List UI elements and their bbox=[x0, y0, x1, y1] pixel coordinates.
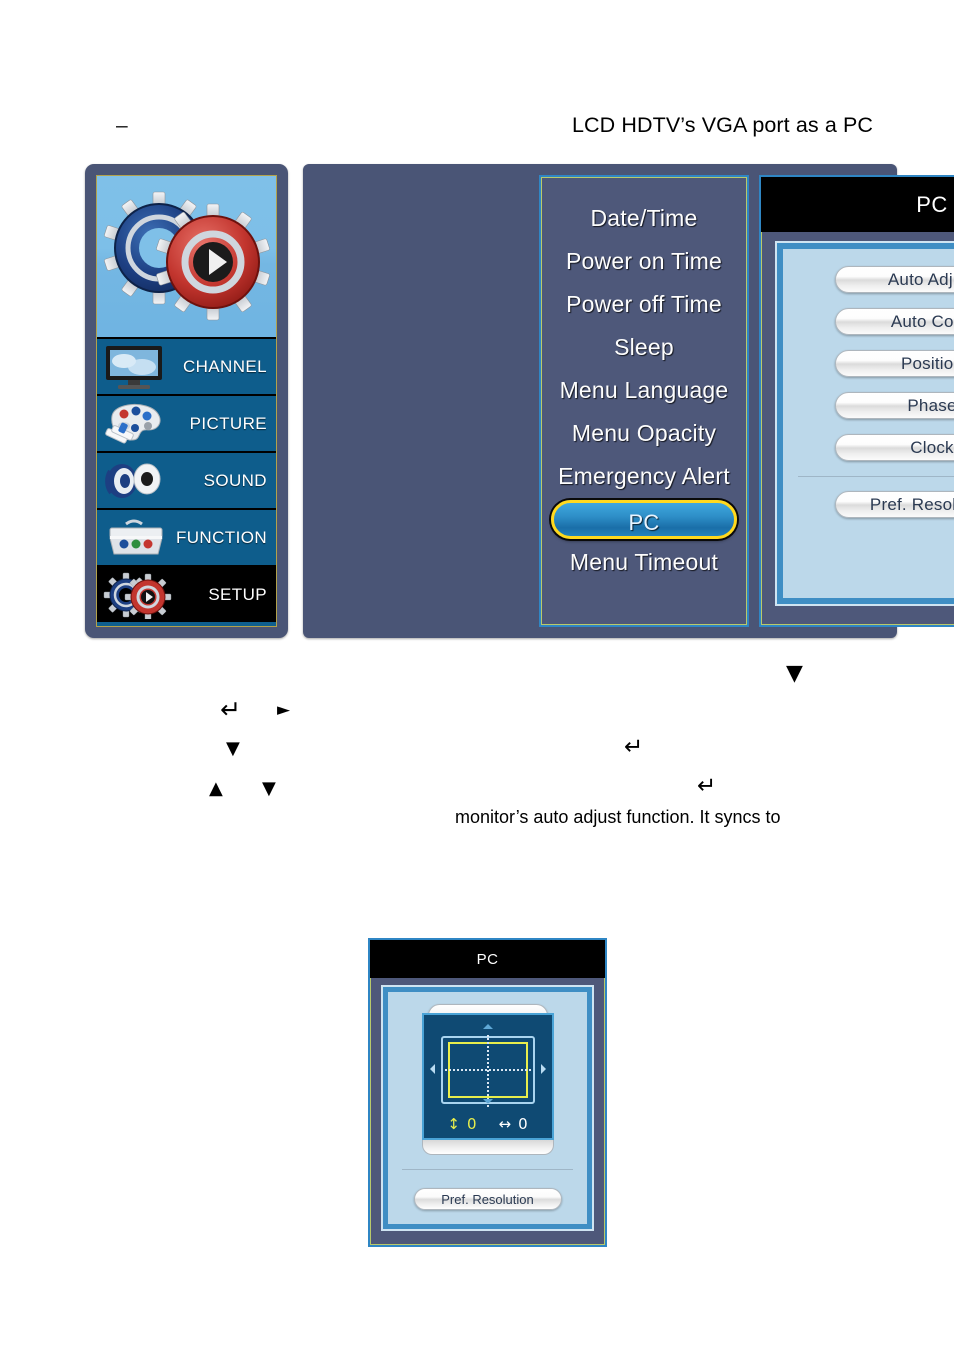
auto-adjust-button[interactable]: Auto Adjust bbox=[835, 266, 954, 293]
right-arrow-icon bbox=[540, 1063, 546, 1074]
sidebar-item-picture[interactable]: PICTURE bbox=[97, 394, 276, 451]
down-triangle-icon: ▼ bbox=[786, 661, 803, 686]
setup-menu-list: Date/Time Power on Time Power off Time S… bbox=[539, 175, 749, 627]
position-button[interactable]: Position bbox=[835, 350, 954, 377]
vertical-position-value: 0 bbox=[466, 1115, 477, 1133]
clock-button[interactable]: Clock bbox=[835, 434, 954, 461]
position-widget-bottom-button[interactable] bbox=[421, 1140, 554, 1155]
pc-panel-title: PC bbox=[761, 177, 954, 232]
menu-item-power-off-time[interactable]: Power off Time bbox=[541, 283, 747, 326]
paint-palette-icon bbox=[105, 403, 161, 443]
sidebar-item-label: SOUND bbox=[203, 470, 267, 490]
pref-resolution-button[interactable]: Pref. Resolution bbox=[413, 1188, 562, 1210]
enter-return-icon: ↵ bbox=[220, 695, 241, 724]
menu-item-menu-timeout[interactable]: Menu Timeout bbox=[541, 541, 747, 584]
left-arrow-icon bbox=[429, 1063, 435, 1074]
menu-item-menu-opacity[interactable]: Menu Opacity bbox=[541, 412, 747, 455]
position-dialog-divider bbox=[402, 1169, 573, 1170]
phase-button[interactable]: Phase bbox=[835, 392, 954, 419]
toolbox-icon bbox=[109, 519, 163, 554]
menu-item-power-on-time[interactable]: Power on Time bbox=[541, 240, 747, 283]
horizontal-position-value: 0 bbox=[518, 1115, 528, 1133]
sidebar-item-label: FUNCTION bbox=[175, 527, 267, 547]
enter-return-icon: ↵ bbox=[697, 773, 717, 799]
up-arrow-icon bbox=[482, 1024, 493, 1029]
vertical-position: ↕ 0 bbox=[447, 1115, 476, 1133]
horizontal-position: ↔ 0 bbox=[499, 1115, 528, 1133]
vertical-guide bbox=[486, 1035, 489, 1107]
tv-monitor-icon bbox=[106, 345, 162, 389]
body-sentence: monitor’s auto adjust function. It syncs… bbox=[455, 807, 781, 827]
menu-item-date-time[interactable]: Date/Time bbox=[541, 197, 747, 240]
sidebar-item-label: SETUP bbox=[208, 584, 267, 604]
osd-sidebar: CHANNEL PICTURE SOUND FUNCTION SETUP bbox=[96, 175, 277, 627]
osd-figure: CHANNEL PICTURE SOUND FUNCTION SETUP Dat… bbox=[85, 164, 954, 638]
sidebar-item-label: PICTURE bbox=[189, 413, 267, 433]
menu-item-sleep[interactable]: Sleep bbox=[541, 326, 747, 369]
auto-color-button[interactable]: Auto Color bbox=[835, 308, 954, 335]
down-triangle-icon: ▼ bbox=[262, 778, 276, 799]
sidebar-item-setup[interactable]: SETUP bbox=[97, 565, 276, 622]
right-triangle-icon: ► bbox=[277, 700, 291, 720]
osd-sidebar-frame: CHANNEL PICTURE SOUND FUNCTION SETUP bbox=[85, 164, 288, 638]
pc-position-body: ↕ 0 ↔ 0 Pref. Resolution bbox=[388, 992, 587, 1224]
down-arrow-icon bbox=[482, 1099, 493, 1104]
gears-icon bbox=[103, 572, 172, 619]
sidebar-item-channel[interactable]: CHANNEL bbox=[97, 337, 276, 394]
menu-item-emergency-alert[interactable]: Emergency Alert bbox=[541, 455, 747, 498]
horizontal-guide bbox=[444, 1068, 531, 1071]
pc-position-dialog: PC ↕ 0 ↔ 0 Pref. Resolution bbox=[368, 938, 607, 1247]
pc-position-title: PC bbox=[370, 940, 605, 978]
pc-settings-panel: PC Auto Adjust Auto Color Position Phase… bbox=[759, 175, 954, 627]
pref-resolution-button[interactable]: Pref. Resolution bbox=[835, 491, 954, 518]
header-dash: – bbox=[116, 114, 128, 137]
menu-item-pc[interactable]: PC bbox=[551, 500, 737, 539]
position-values: ↕ 0 ↔ 0 bbox=[424, 1115, 552, 1133]
up-triangle-icon: ▲ bbox=[209, 778, 223, 799]
horizontal-arrow-icon: ↔ bbox=[498, 1115, 512, 1133]
sidebar-item-sound[interactable]: SOUND bbox=[97, 451, 276, 508]
sidebar-item-function[interactable]: FUNCTION bbox=[97, 508, 276, 565]
osd-menu-frame: Date/Time Power on Time Power off Time S… bbox=[303, 164, 954, 638]
pc-position-body-frame: ↕ 0 ↔ 0 Pref. Resolution bbox=[381, 985, 594, 1231]
panel-divider bbox=[798, 476, 954, 477]
page-root: – LCD HDTV’s VGA port as a PC CHANNEL PI… bbox=[0, 0, 954, 1354]
gears-icon bbox=[104, 191, 270, 321]
pc-panel-body: Auto Adjust Auto Color Position Phase Cl… bbox=[783, 249, 954, 598]
vertical-arrow-icon: ↕ bbox=[447, 1115, 460, 1133]
header-caption: LCD HDTV’s VGA port as a PC bbox=[572, 113, 874, 137]
pc-panel-body-frame: Auto Adjust Auto Color Position Phase Cl… bbox=[775, 241, 954, 606]
down-triangle-icon: ▼ bbox=[226, 738, 240, 759]
enter-return-icon: ↵ bbox=[624, 734, 644, 760]
sidebar-item-label: CHANNEL bbox=[182, 356, 267, 376]
sidebar-hero bbox=[97, 176, 276, 337]
position-preview[interactable]: ↕ 0 ↔ 0 bbox=[421, 1013, 554, 1140]
speakers-icon bbox=[105, 463, 161, 498]
menu-item-menu-language[interactable]: Menu Language bbox=[541, 369, 747, 412]
